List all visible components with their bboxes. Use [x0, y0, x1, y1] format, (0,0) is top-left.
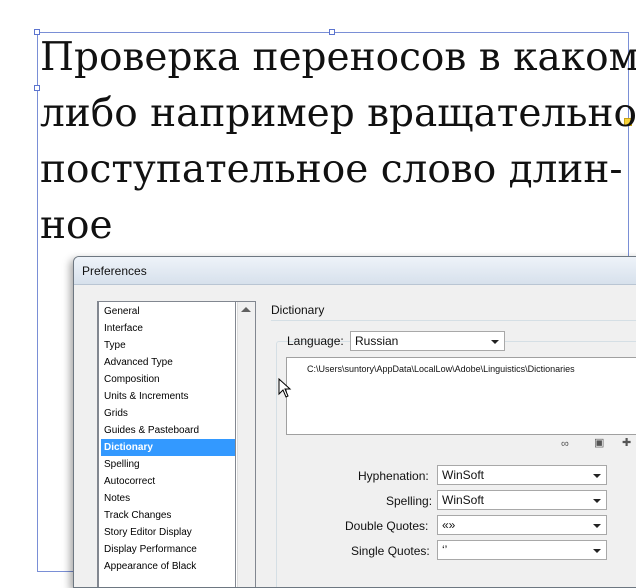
preferences-dialog: Preferences General Interface Type Advan… [73, 256, 636, 588]
document-body-text: Проверка переносов в каком- либо наприме… [40, 30, 636, 254]
spelling-label: Spelling: [386, 494, 433, 508]
text-line: ное [40, 203, 113, 248]
category-list-items: General Interface Type Advanced Type Com… [98, 302, 236, 587]
dialog-titlebar[interactable]: Preferences [74, 257, 636, 285]
double-quotes-label: Double Quotes: [345, 519, 429, 533]
spelling-select-value: WinSoft [442, 493, 485, 507]
text-line: Проверка переносов в каком- [40, 35, 636, 80]
dictionary-path-list[interactable]: C:\Users\suntory\AppData\LocalLow\Adobe\… [286, 357, 636, 435]
category-item-composition[interactable]: Composition [101, 371, 235, 388]
category-item-spelling[interactable]: Spelling [101, 456, 235, 473]
relink-icon[interactable]: ∞ [561, 438, 569, 450]
category-list: General Interface Type Advanced Type Com… [97, 301, 256, 587]
hyphenation-select-value: WinSoft [442, 468, 485, 482]
chevron-down-icon [593, 549, 601, 553]
chevron-down-icon [593, 474, 601, 478]
single-quotes-select-value: ‘’ [442, 543, 448, 557]
dialog-title: Preferences [82, 264, 147, 278]
category-item-autocorrect[interactable]: Autocorrect [101, 473, 235, 490]
scroll-up-icon[interactable] [241, 307, 251, 312]
hyphenation-select[interactable]: WinSoft [437, 465, 607, 485]
category-item-guides-pasteboard[interactable]: Guides & Pasteboard [101, 422, 235, 439]
category-item-advanced-type[interactable]: Advanced Type [101, 354, 235, 371]
chevron-down-icon [491, 340, 499, 344]
category-item-track-changes[interactable]: Track Changes [101, 507, 235, 524]
category-item-display-performance[interactable]: Display Performance [101, 541, 235, 558]
add-dictionary-icon[interactable]: ✚ [622, 437, 631, 449]
single-quotes-label: Single Quotes: [351, 544, 430, 558]
section-title: Dictionary [271, 303, 325, 317]
text-line: поступательное слово длин- [40, 147, 623, 192]
language-select[interactable]: Russian [350, 331, 505, 351]
double-quotes-select[interactable]: «» [437, 515, 607, 535]
category-item-units-increments[interactable]: Units & Increments [101, 388, 235, 405]
hyphenation-label: Hyphenation: [358, 469, 429, 483]
double-quotes-select-value: «» [442, 518, 456, 532]
single-quotes-select[interactable]: ‘’ [437, 540, 607, 560]
text-line: либо например вращательно- [40, 91, 636, 136]
language-label: Language: [287, 334, 344, 348]
category-item-dictionary[interactable]: Dictionary [101, 439, 235, 456]
category-item-interface[interactable]: Interface [101, 320, 235, 337]
category-item-grids[interactable]: Grids [101, 405, 235, 422]
category-item-notes[interactable]: Notes [101, 490, 235, 507]
language-select-value: Russian [355, 334, 399, 348]
chevron-down-icon [593, 524, 601, 528]
dialog-content: General Interface Type Advanced Type Com… [81, 285, 636, 587]
new-dictionary-icon[interactable]: ▣ [594, 437, 604, 449]
chevron-down-icon [593, 499, 601, 503]
category-scrollbar[interactable] [237, 302, 255, 587]
category-item-general[interactable]: General [101, 303, 235, 320]
dictionary-path[interactable]: C:\Users\suntory\AppData\LocalLow\Adobe\… [307, 364, 575, 374]
section-divider [271, 320, 636, 321]
spelling-select[interactable]: WinSoft [437, 490, 607, 510]
mouse-cursor-icon [278, 378, 292, 398]
category-item-type[interactable]: Type [101, 337, 235, 354]
category-item-story-editor-display[interactable]: Story Editor Display [101, 524, 235, 541]
